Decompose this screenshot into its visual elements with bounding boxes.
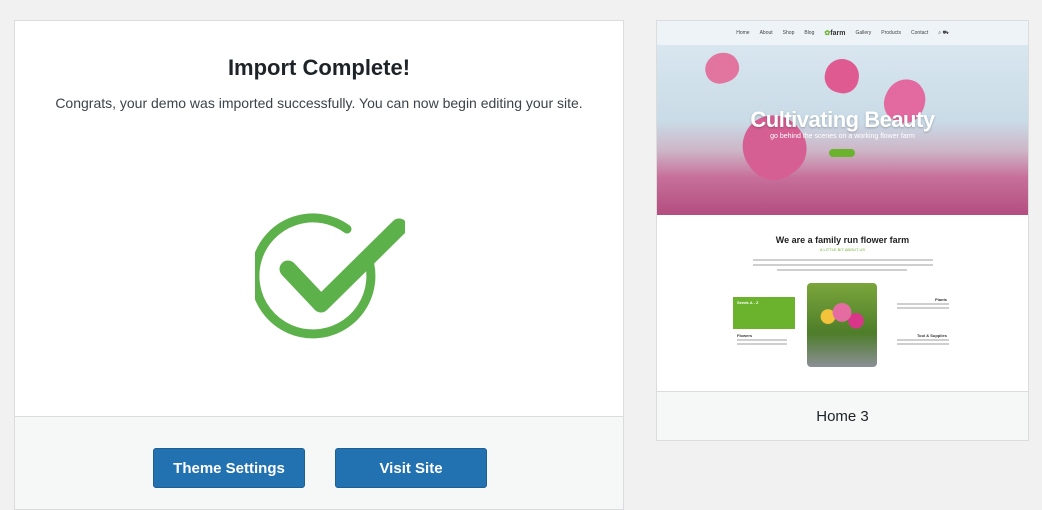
demo-name-label: Home 3 xyxy=(657,391,1028,440)
thumb-feature-tools: Tool & Supplies xyxy=(917,333,947,338)
visit-site-button[interactable]: Visit Site xyxy=(335,448,487,488)
thumbnail-hero: Cultivating Beauty go behind the scenes … xyxy=(657,45,1028,215)
thumb-section-title: We are a family run flower farm xyxy=(775,235,910,245)
thumbnail-nav: Home About Shop Blog ✿farm Gallery Produ… xyxy=(657,21,1028,45)
thumb-nav-item: Shop xyxy=(782,30,795,36)
thumb-text-line xyxy=(753,259,933,261)
thumb-nav-item: About xyxy=(759,30,773,36)
theme-settings-button[interactable]: Theme Settings xyxy=(153,448,305,488)
thumb-feature-seeds: Seeds A - Z xyxy=(733,297,795,329)
thumb-hero-title: Cultivating Beauty xyxy=(750,107,935,132)
thumb-text-line xyxy=(897,339,949,341)
thumb-text-line xyxy=(737,339,787,341)
thumb-nav-item: Gallery xyxy=(855,30,872,36)
thumb-text-line xyxy=(897,307,949,309)
thumb-text-line xyxy=(737,343,787,345)
thumb-feature-plants: Plants xyxy=(935,297,948,302)
cart-icon: ⌕ ⛟ xyxy=(938,29,949,36)
tulip-shape xyxy=(821,55,863,97)
import-title: Import Complete! xyxy=(227,55,411,80)
check-circle-icon xyxy=(250,207,408,347)
thumb-nav-item: Contact xyxy=(911,30,929,36)
thumb-section-subtitle: A LITTLE BIT ABOUT US xyxy=(819,247,866,252)
thumb-plants-image xyxy=(807,283,877,367)
thumb-feature-flowers: Flowers xyxy=(737,333,753,338)
thumb-text-line xyxy=(777,269,907,271)
thumb-text-line xyxy=(753,264,933,266)
thumb-nav-item: Home xyxy=(736,30,750,36)
thumb-nav-item: Blog xyxy=(804,30,815,36)
import-complete-panel: Import Complete! Congrats, your demo was… xyxy=(14,20,624,510)
thumb-hero-button xyxy=(829,149,855,157)
tulip-shape xyxy=(700,48,744,88)
thumb-logo: ✿farm xyxy=(824,30,846,37)
thumb-nav-item: Products xyxy=(881,30,902,36)
import-message: Congrats, your demo was imported success… xyxy=(55,95,583,111)
demo-preview-card[interactable]: Home About Shop Blog ✿farm Gallery Produ… xyxy=(656,20,1029,441)
thumb-text-line xyxy=(897,303,949,305)
thumb-text-line xyxy=(897,343,949,345)
demo-thumbnail[interactable]: Home About Shop Blog ✿farm Gallery Produ… xyxy=(657,21,1028,391)
thumb-hero-subtitle: go behind the scenes on a working flower… xyxy=(770,133,915,140)
import-actions-footer: Theme Settings Visit Site xyxy=(15,416,623,509)
